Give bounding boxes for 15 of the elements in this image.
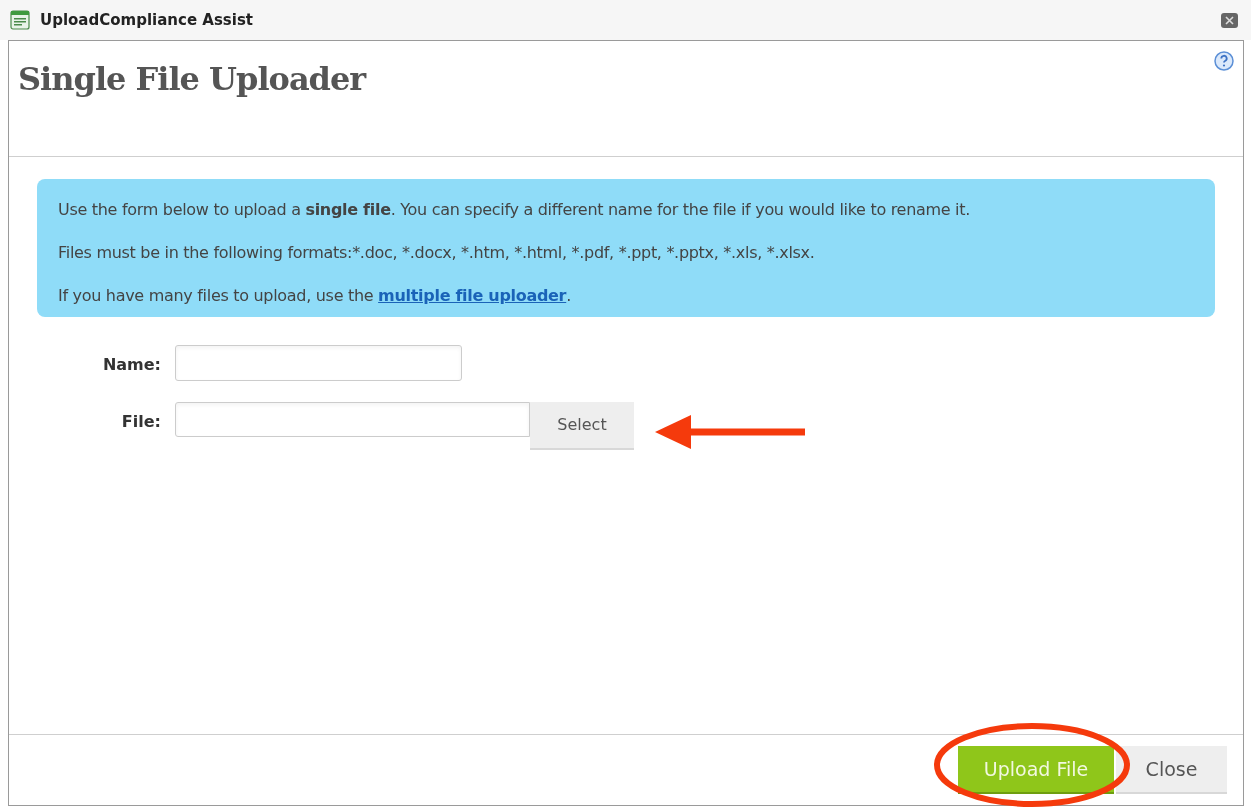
file-field[interactable]	[175, 402, 530, 437]
window-title: UploadCompliance Assist	[40, 9, 253, 31]
select-button[interactable]: Select	[530, 402, 634, 450]
close-button[interactable]: Close	[1116, 746, 1227, 794]
name-field[interactable]	[175, 345, 462, 381]
info-text: If you have many files to upload, use the multiple file uploader.	[58, 285, 572, 307]
info-text: Use the form below to upload a single file. You can specify a different name for the file if you would like to rename it.	[58, 199, 971, 221]
help-icon[interactable]	[1214, 51, 1234, 71]
field-label: File:	[120, 411, 162, 433]
info-text: Files must be in the following formats:*.doc, *.docx, *.htm, *.html, *.pdf, *.ppt, *.pptx, *.xls, *.xlsx.	[58, 242, 816, 264]
field-label: Name:	[101, 354, 162, 376]
close-icon[interactable]	[1221, 12, 1238, 28]
dialog-heading: Single File Uploader	[18, 59, 366, 99]
uploader-link[interactable]: multiple file uploader	[378, 286, 567, 305]
form-icon	[10, 10, 30, 30]
